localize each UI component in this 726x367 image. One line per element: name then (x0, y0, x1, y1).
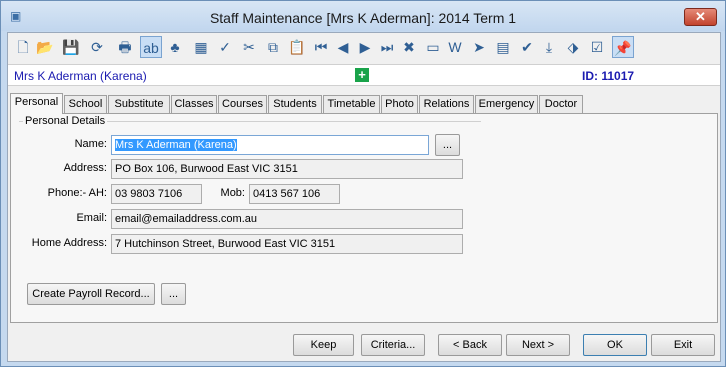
tab-strip: Personal School Substitute Classes Courses St… (10, 93, 718, 114)
refresh-icon[interactable]: ⟳ (86, 36, 108, 58)
pin-icon[interactable]: 📌 (612, 36, 634, 58)
tab-relations[interactable]: Relations (419, 95, 474, 114)
name-lookup-button[interactable]: ... (435, 134, 460, 156)
clipboard-icon[interactable]: ▤ (492, 36, 514, 58)
payroll-more-button[interactable]: ... (161, 283, 186, 305)
create-payroll-record-button[interactable]: Create Payroll Record... (27, 283, 155, 305)
tab-photo[interactable]: Photo (381, 95, 418, 114)
medical-plus-icon[interactable]: + (355, 68, 369, 82)
client-area: 🗋 📂 💾 ⟳ 🖶 ab ♣ ▦ ✓ ✂ ⧉ 📋 ⏮ ◀ ▶ ⏭ ✖ ▭ W ➤ ▤ ✔ ⤓ ⬗ ☑ 📌 Mrs K Aderma… (7, 32, 721, 362)
text-field-icon[interactable]: ab (140, 36, 162, 58)
staff-maintenance-window: ▣ Staff Maintenance [Mrs K Aderman]: 201… (0, 0, 726, 367)
title-bar[interactable]: ▣ Staff Maintenance [Mrs K Aderman]: 201… (1, 1, 725, 31)
button-bar: Keep Criteria... < Back Next > OK Exit (8, 325, 720, 361)
calculator-icon[interactable]: ▦ (190, 36, 212, 58)
phone-ah-label: Phone:- AH: (47, 187, 107, 199)
tab-courses[interactable]: Courses (218, 95, 267, 114)
save-icon[interactable]: 💾 (60, 36, 82, 58)
email-field[interactable]: email@emailaddress.com.au (111, 209, 463, 229)
tag-icon[interactable]: ⬗ (562, 36, 584, 58)
name-label: Name: (74, 138, 107, 150)
previous-record-icon[interactable]: ◀ (332, 36, 354, 58)
group-title: Personal Details (23, 115, 108, 127)
cut-icon[interactable]: ✂ (238, 36, 260, 58)
home-address-label: Home Address: (31, 237, 107, 249)
tab-doctor[interactable]: Doctor (539, 95, 583, 114)
word-document-icon[interactable]: W (444, 36, 466, 58)
delete-icon[interactable]: ✖ (398, 36, 420, 58)
home-address-field[interactable]: 7 Hutchinson Street, Burwood East VIC 31… (111, 234, 463, 254)
checklist-icon[interactable]: ☑ (586, 36, 608, 58)
first-record-icon[interactable]: ⏮ (310, 36, 332, 58)
last-record-icon[interactable]: ⏭ (376, 36, 398, 58)
name-field[interactable]: Mrs K Aderman (Karena) (111, 135, 429, 155)
next-button[interactable]: Next > (506, 334, 570, 356)
print-icon[interactable]: 🖶 (114, 36, 136, 58)
toolbar: 🗋 📂 💾 ⟳ 🖶 ab ♣ ▦ ✓ ✂ ⧉ 📋 ⏮ ◀ ▶ ⏭ ✖ ▭ W ➤ ▤ ✔ ⤓ ⬗ ☑ 📌 (12, 36, 718, 60)
staff-id: ID: 11017 (582, 69, 635, 83)
tab-classes[interactable]: Classes (171, 95, 217, 114)
tab-emergency[interactable]: Emergency (475, 95, 538, 114)
card-icon[interactable]: ▭ (422, 36, 444, 58)
mob-label: Mob: (220, 187, 245, 199)
window-title: Staff Maintenance [Mrs K Aderman]: 2014 … (209, 10, 517, 26)
address-field[interactable]: PO Box 106, Burwood East VIC 3151 (111, 159, 463, 179)
tab-students[interactable]: Students (268, 95, 322, 114)
new-icon[interactable]: 🗋 (12, 36, 34, 58)
spellcheck-icon[interactable]: ✓ (214, 36, 236, 58)
tab-substitute[interactable]: Substitute (108, 95, 170, 114)
staff-header: Mrs K Aderman (Karena) + ID: 11017 (8, 64, 720, 86)
tab-school[interactable]: School (64, 95, 107, 114)
keep-button[interactable]: Keep (293, 334, 354, 356)
address-label: Address: (63, 162, 107, 174)
phone-ah-field[interactable]: 03 9803 7106 (111, 184, 202, 204)
arrow-icon[interactable]: ➤ (468, 36, 490, 58)
paste-icon[interactable]: 📋 (286, 36, 308, 58)
tree-icon[interactable]: ♣ (164, 36, 186, 58)
download-icon[interactable]: ⤓ (538, 36, 560, 58)
next-record-icon[interactable]: ▶ (354, 36, 376, 58)
tab-timetable[interactable]: Timetable (323, 95, 380, 114)
tab-personal[interactable]: Personal (10, 93, 63, 114)
back-button[interactable]: < Back (438, 334, 502, 356)
email-label: Email: (76, 212, 107, 224)
criteria-button[interactable]: Criteria... (361, 334, 425, 356)
approve-icon[interactable]: ✔ (516, 36, 538, 58)
personal-panel: Personal Details Name: Mrs K Aderman (Ka… (10, 113, 718, 323)
close-button[interactable]: ✕ (684, 8, 717, 26)
exit-button[interactable]: Exit (651, 334, 715, 356)
mob-field[interactable]: 0413 567 106 (249, 184, 340, 204)
open-folder-icon[interactable]: 📂 (34, 36, 56, 58)
copy-icon[interactable]: ⧉ (262, 36, 284, 58)
staff-name: Mrs K Aderman (Karena) (14, 69, 147, 83)
ok-button[interactable]: OK (583, 334, 647, 356)
